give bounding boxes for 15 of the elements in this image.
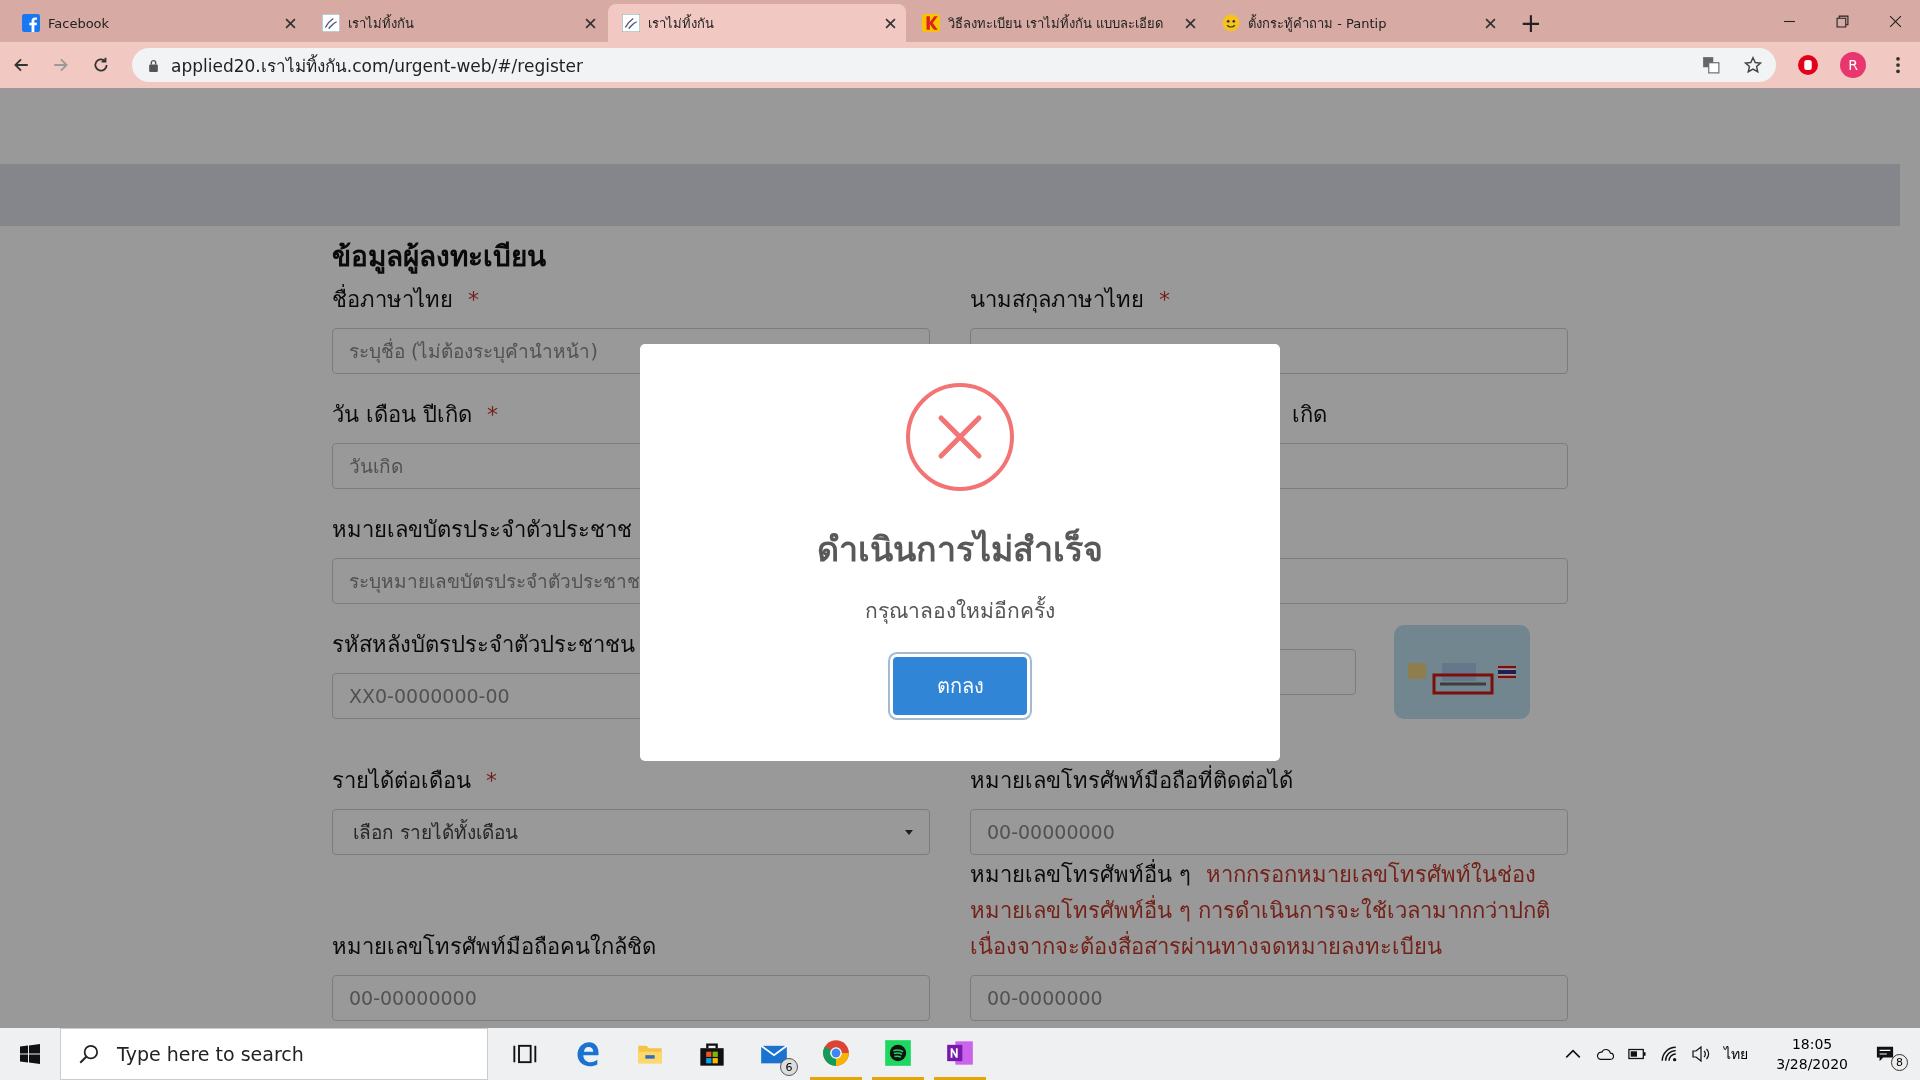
notification-count: 8 — [1891, 1054, 1908, 1071]
field-label: วัน เดือน ปีเกิด — [332, 402, 472, 427]
unread-badge: 6 — [780, 1058, 798, 1076]
field-label: เกิด — [1292, 402, 1327, 427]
field-label: รายได้ต่อเดือน — [332, 768, 471, 793]
required-mark: * — [487, 402, 498, 427]
field-label: หมายเลขบัตรประจำตัวประชาช — [332, 517, 632, 542]
required-mark: * — [468, 287, 479, 312]
field-label: หมายเลขโทรศัพท์อื่น ๆ หากกรอกหมายเลขโทรศัพท์ในช่องหมายเลขโทรศัพท์อื่น ๆ การดำเนินการจะใช้เวลามากกว่าปกติ เนื่องจากจะต้องสื่อสารผ่านทางจดหมายลงทะเบียน — [970, 857, 1568, 965]
required-mark: * — [1159, 287, 1170, 312]
form-heading: ข้อมูลผู้ลงทะเบียน — [332, 239, 547, 276]
required-mark: * — [486, 768, 497, 793]
field-label: นามสกุลภาษาไทย — [970, 287, 1144, 312]
field-label: หมายเลขโทรศัพท์มือถือคนใกล้ชิด — [332, 934, 656, 959]
field-label: รหัสหลังบัตรประจำตัวประชาชน — [332, 632, 635, 657]
